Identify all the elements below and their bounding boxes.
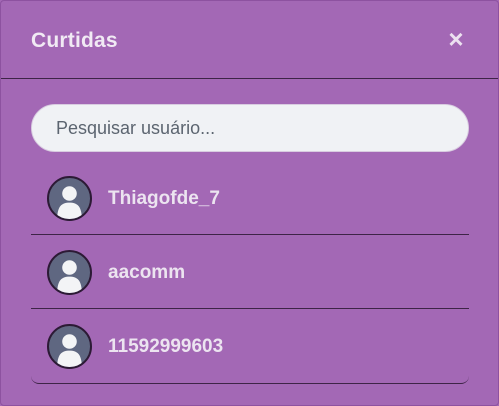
modal-header: Curtidas × [1, 1, 498, 79]
search-user-input[interactable] [31, 104, 469, 152]
modal-title: Curtidas [31, 29, 118, 52]
default-user-avatar-icon [47, 250, 92, 295]
close-button[interactable]: × [446, 26, 466, 52]
user-name: Thiagofde_7 [108, 188, 220, 209]
user-name: aacomm [108, 262, 186, 283]
list-item[interactable]: 11592999603 [31, 309, 469, 383]
default-user-avatar-icon [47, 324, 92, 369]
list-item[interactable]: aacomm [31, 235, 469, 309]
user-list: Thiagofde_7 aacomm 11592999603 [31, 161, 469, 384]
list-item[interactable]: Thiagofde_7 [31, 161, 469, 235]
likes-modal: Curtidas × Thiagofde_7 aacomm [0, 0, 499, 406]
default-user-avatar-icon [47, 176, 92, 221]
user-name: 11592999603 [108, 336, 224, 357]
